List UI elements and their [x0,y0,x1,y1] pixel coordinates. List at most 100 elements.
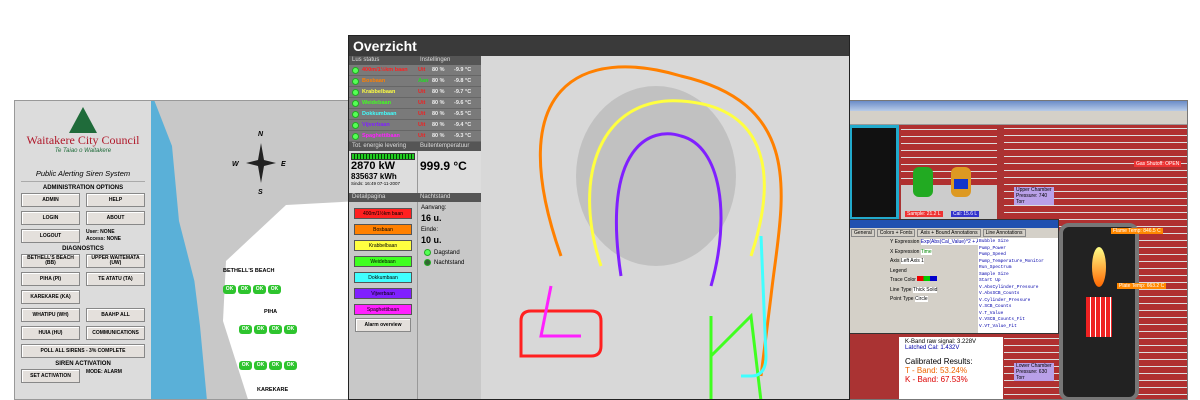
status-led-icon [352,66,359,74]
tab-axis-annotations[interactable]: Axis + Bound Annotations [917,229,981,237]
status-led-icon [352,132,359,140]
variable-item[interactable]: V.VT_Value_Fit [979,324,1057,331]
track-map [481,56,849,399]
compass-w: W [232,161,239,168]
set-activation-button[interactable]: SET ACTIVATION [21,369,80,383]
huia-button[interactable]: HUIA (HU) [21,326,80,340]
siren-ok-icon[interactable]: OK [223,285,236,294]
track-state[interactable]: Uit [418,111,432,117]
variable-list[interactable]: Bubble Size Pump_Power Pump_Speed Pump_Temp… [978,238,1058,333]
detail-track-button[interactable]: Dokkumbaan [354,272,412,283]
login-button[interactable]: LOGIN [21,211,80,225]
bethells-beach-button[interactable]: BETHELL'S BEACH (BB) [21,254,80,268]
y-expression-label: Y Expression [890,239,920,245]
communications-button[interactable]: COMMUNICATIONS [86,326,145,340]
x-expression-label: X Expression [890,248,920,255]
track-state[interactable]: Uit [418,100,432,106]
siren-map: N W E S BETHELL'S BEACH OK OK OK OK PIHA OK… [151,101,353,399]
tab-general[interactable]: General [851,229,875,237]
alarm-overview-button[interactable]: Alarm overview [355,318,411,332]
siren-ok-icon[interactable]: OK [254,361,267,370]
end-time-stepper[interactable]: 10 u. [421,235,478,245]
dialog-title-bar [850,220,1058,228]
track-state[interactable]: Uit [418,67,432,73]
detail-track-button[interactable]: Vijverbaan [354,288,412,299]
dialog-tabs: General Colors + Fonts Axis + Bound Anno… [850,228,1058,238]
siren-ok-icon[interactable]: OK [253,285,266,294]
track-percent: 80 % [432,89,445,95]
siren-ok-icon[interactable]: OK [239,325,252,334]
whatipu-button[interactable]: WHATIPU (WH) [21,308,80,322]
siren-ok-icon[interactable]: OK [254,325,267,334]
siren-system-window: Waitakere City Council Te Taiao o Waitak… [14,100,354,400]
upper-waitemata-button[interactable]: UPPER WAITEMATA (UW) [86,254,145,268]
siren-ok-icon[interactable]: OK [284,325,297,334]
detail-track-button[interactable]: Spaghettibaan [354,304,412,315]
siren-ok-icon[interactable]: OK [284,361,297,370]
piha-button[interactable]: PIHA (PI) [21,272,80,286]
logout-button[interactable]: LOGOUT [21,229,80,243]
poll-all-button[interactable]: POLL ALL SIRENS - 3% COMPLETE [21,344,145,358]
status-led-icon [352,77,359,85]
siren-ok-icon[interactable]: OK [269,325,282,334]
point-type-label: Point Type [890,296,914,302]
calibrated-heading: Calibrated Results: [905,357,973,366]
track-name: 400m/1½km baan [362,67,408,73]
detail-track-button[interactable]: Bosbaan [354,224,412,235]
results-panel: K-Band raw signal: 3.228V Latched Cal: 1… [899,337,1003,399]
about-button[interactable]: ABOUT [86,211,145,225]
energy-value: 835637 kWh [351,172,397,181]
track-name: Weidebaan [362,100,391,106]
location-bethells-beach: BETHELL'S BEACH [223,268,275,274]
flame-icon [1092,247,1106,287]
start-time-stepper[interactable]: 16 u. [421,213,478,223]
track-percent: 80 % [432,122,445,128]
track-state[interactable]: Uit [418,89,432,95]
detail-header: Detailpagina [349,193,417,202]
process-monitor-window: Sample: 21.2 L Cal: 15.6 L Gas Shutoff: … [848,100,1188,400]
trace-color-label: Trace Color [890,277,916,283]
night-led-icon [424,259,431,266]
baahp-all-button[interactable]: BAAHP ALL [86,308,145,322]
track-state[interactable]: Uit [418,133,432,139]
axis-select[interactable]: Left Axis 1 [900,258,924,264]
x-expression-input[interactable]: Time [920,248,932,255]
track-temp: -9.4 °C [454,122,472,128]
access-status: Access: NONE [86,236,122,242]
diagnostics-heading: DIAGNOSTICS [62,246,104,252]
settings-header: Instellingen [417,56,481,65]
trace-color-swatch[interactable] [917,276,938,281]
track-percent: 80 % [432,100,445,106]
line-type-select[interactable]: Thick Solid [912,286,938,293]
cal-readout: Cal: 15.6 L [951,211,980,217]
track-path [709,312,763,399]
siren-ok-icon[interactable]: OK [268,285,281,294]
track-percent: 80 % [432,78,445,84]
karekare-button[interactable]: KAREKARE (KA) [21,290,80,304]
siren-ok-icon[interactable]: OK [269,361,282,370]
track-state[interactable]: Uit [418,122,432,128]
status-led-icon [352,88,359,96]
tab-colors-fonts[interactable]: Colors + Fonts [876,229,916,237]
siren-ok-icon[interactable]: OK [238,285,251,294]
tab-line-annotations[interactable]: Line Annotations [982,229,1026,237]
detail-track-button[interactable]: 400m/1½km baan [354,208,412,219]
night-mode-label[interactable]: Nachtstand [434,260,464,266]
track-name: Spaghettibaan [362,133,400,139]
day-mode-label[interactable]: Dagstand [434,250,460,256]
detail-track-button[interactable]: Weidebaan [354,256,412,267]
detail-track-button[interactable]: Krabbelbaan [354,240,412,251]
plate-temp: Plate Temp: 663.2 C [1117,283,1167,289]
track-state[interactable]: Aan [418,78,432,84]
te-atatu-button[interactable]: TE ATATU (TA) [86,272,145,286]
track-map-drawing [519,65,783,399]
window-title: Overzicht [349,36,849,56]
latched-cal: Latched Cal: 1.432V [905,345,960,351]
track-temp: -9.8 °C [454,78,472,84]
siren-group-bb: OK OK OK OK [223,277,283,295]
help-button[interactable]: HELP [86,193,145,207]
point-type-select[interactable]: Circle [914,296,928,302]
gas-shutoff-status: Gas Shutoff: OPEN [1134,161,1182,167]
siren-ok-icon[interactable]: OK [239,361,252,370]
admin-button[interactable]: ADMIN [21,193,80,207]
